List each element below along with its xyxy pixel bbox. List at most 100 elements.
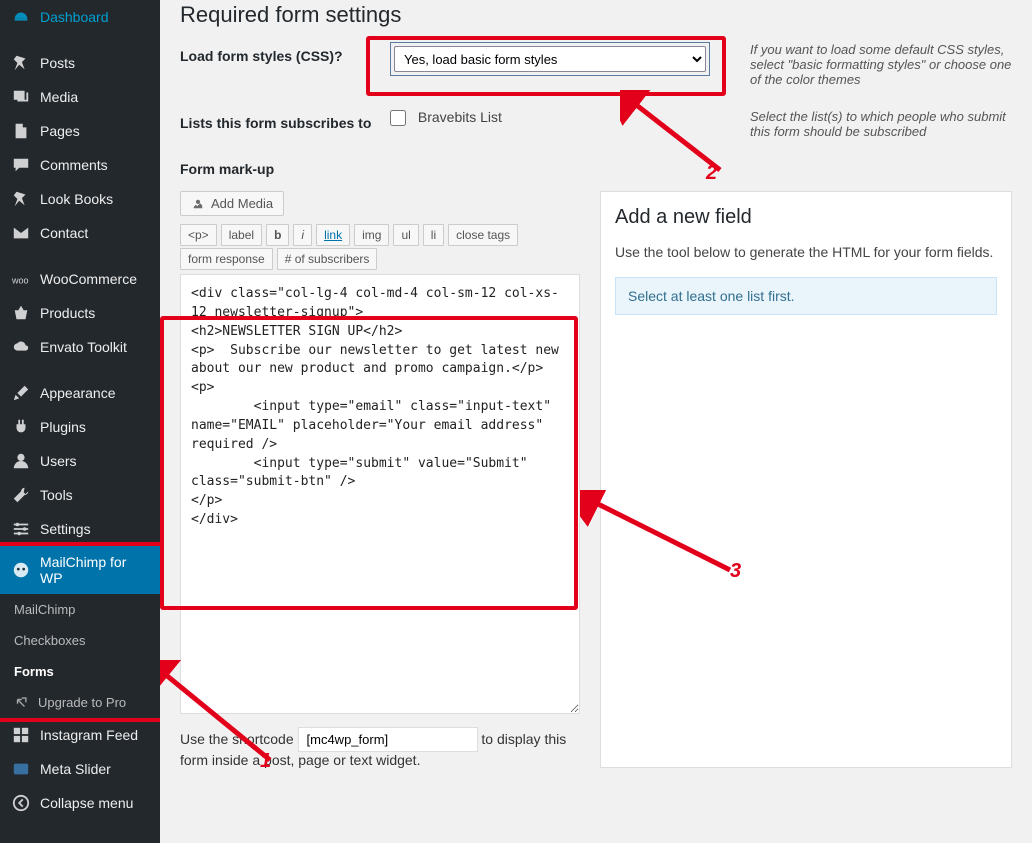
wp-admin-sidebar: Dashboard Posts Media Pages Comments Loo…: [0, 0, 160, 843]
sidebar-item-products[interactable]: Products: [0, 296, 160, 330]
list-checkbox[interactable]: [390, 110, 406, 126]
lists-label: Lists this form subscribes to: [180, 109, 390, 131]
load-styles-select[interactable]: Yes, load basic form styles: [394, 46, 706, 72]
add-field-info: Select at least one list first.: [615, 277, 997, 315]
comment-icon: [12, 156, 30, 174]
sidebar-item-label: Forms: [14, 664, 54, 679]
svg-text:woo: woo: [12, 276, 29, 286]
qt-bold[interactable]: b: [266, 224, 289, 246]
sidebar-item-label: Look Books: [40, 191, 113, 207]
qt-img[interactable]: img: [354, 224, 389, 246]
monkey-icon: [12, 561, 30, 579]
sidebar-item-pages[interactable]: Pages: [0, 114, 160, 148]
sidebar-item-woocommerce[interactable]: woo WooCommerce: [0, 262, 160, 296]
shortcode-field[interactable]: [298, 727, 478, 752]
sidebar-item-settings[interactable]: Settings: [0, 512, 160, 546]
markup-heading: Form mark-up: [180, 161, 1012, 177]
qt-label[interactable]: label: [221, 224, 262, 246]
annotation-highlight-sidebar: MailChimp for WP MailChimp Checkboxes Fo…: [0, 542, 160, 722]
dashboard-icon: [12, 8, 30, 26]
sidebar-sub-forms[interactable]: Forms: [0, 656, 160, 687]
list-checkbox-row[interactable]: Bravebits List: [390, 109, 502, 125]
sidebar-item-mailchimp-wp[interactable]: MailChimp for WP: [0, 546, 160, 594]
qt-subscribers[interactable]: # of subscribers: [277, 248, 378, 270]
load-styles-label: Load form styles (CSS)?: [180, 42, 390, 64]
sidebar-item-label: WooCommerce: [40, 271, 137, 287]
sidebar-item-label: Contact: [40, 225, 88, 241]
user-icon: [12, 452, 30, 470]
sidebar-item-label: Envato Toolkit: [40, 339, 127, 355]
sidebar-item-label: Plugins: [40, 419, 86, 435]
sidebar-collapse[interactable]: Collapse menu: [0, 786, 160, 820]
wrench-icon: [12, 486, 30, 504]
grid-icon: [12, 726, 30, 744]
sidebar-sub-mailchimp[interactable]: MailChimp: [0, 594, 160, 625]
sidebar-item-instagram[interactable]: Instagram Feed: [0, 718, 160, 752]
qt-italic[interactable]: i: [293, 224, 312, 246]
sidebar-item-label: Upgrade to Pro: [38, 695, 126, 710]
sidebar-item-plugins[interactable]: Plugins: [0, 410, 160, 444]
sidebar-item-comments[interactable]: Comments: [0, 148, 160, 182]
sidebar-item-label: Pages: [40, 123, 80, 139]
basket-icon: [12, 304, 30, 322]
sidebar-item-label: Comments: [40, 157, 108, 173]
sliders-icon: [12, 520, 30, 538]
sidebar-item-label: Appearance: [40, 385, 116, 401]
sidebar-item-metaslider[interactable]: Meta Slider: [0, 752, 160, 786]
slider-icon: [12, 760, 30, 778]
sidebar-item-media[interactable]: Media: [0, 80, 160, 114]
lists-help: Select the list(s) to which people who s…: [730, 109, 1012, 139]
media-icon: [191, 197, 205, 211]
sidebar-item-posts[interactable]: Posts: [0, 46, 160, 80]
sidebar-item-label: Tools: [40, 487, 73, 503]
brush-icon: [12, 384, 30, 402]
pin-icon: [12, 190, 30, 208]
sidebar-item-appearance[interactable]: Appearance: [0, 376, 160, 410]
list-checkbox-label: Bravebits List: [418, 109, 502, 125]
media-icon: [12, 88, 30, 106]
qt-ul[interactable]: ul: [393, 224, 418, 246]
page-title: Required form settings: [180, 0, 1012, 28]
sidebar-item-label: Dashboard: [40, 9, 109, 25]
mail-icon: [12, 224, 30, 242]
qt-li[interactable]: li: [423, 224, 444, 246]
sidebar-item-label: Media: [40, 89, 78, 105]
qt-close[interactable]: close tags: [448, 224, 518, 246]
add-media-button[interactable]: Add Media: [180, 191, 284, 216]
add-field-panel: Add a new field Use the tool below to ge…: [600, 191, 1012, 768]
page-icon: [12, 122, 30, 140]
load-styles-help: If you want to load some default CSS sty…: [730, 42, 1012, 87]
qt-formresponse[interactable]: form response: [180, 248, 273, 270]
collapse-icon: [12, 794, 30, 812]
qt-p[interactable]: <p>: [180, 224, 217, 246]
add-field-title: Add a new field: [615, 206, 997, 229]
sidebar-item-label: Posts: [40, 55, 75, 71]
sidebar-sub-upgrade[interactable]: Upgrade to Pro: [0, 687, 160, 718]
sidebar-item-tools[interactable]: Tools: [0, 478, 160, 512]
add-media-label: Add Media: [211, 196, 273, 211]
sidebar-item-label: Settings: [40, 521, 91, 537]
sidebar-item-label: Checkboxes: [14, 633, 86, 648]
page-content: Required form settings Load form styles …: [160, 0, 1032, 843]
sidebar-item-lookbooks[interactable]: Look Books: [0, 182, 160, 216]
add-field-desc: Use the tool below to generate the HTML …: [615, 243, 997, 263]
cloud-icon: [12, 338, 30, 356]
sidebar-item-label: Meta Slider: [40, 761, 111, 777]
sidebar-sub-checkboxes[interactable]: Checkboxes: [0, 625, 160, 656]
markup-textarea[interactable]: [180, 274, 580, 714]
pin-icon: [12, 54, 30, 72]
qt-link[interactable]: link: [316, 224, 350, 246]
sidebar-item-contact[interactable]: Contact: [0, 216, 160, 250]
sidebar-item-envato[interactable]: Envato Toolkit: [0, 330, 160, 364]
sidebar-item-label: MailChimp: [14, 602, 75, 617]
plug-icon: [12, 418, 30, 436]
external-link-icon: [14, 696, 28, 710]
sidebar-item-users[interactable]: Users: [0, 444, 160, 478]
cart-icon: woo: [12, 270, 30, 288]
shortcode-pre: Use the shortcode: [180, 731, 294, 747]
sidebar-item-label: MailChimp for WP: [40, 554, 148, 586]
sidebar-item-dashboard[interactable]: Dashboard: [0, 0, 160, 34]
sidebar-item-label: Instagram Feed: [40, 727, 138, 743]
sidebar-item-label: Collapse menu: [40, 795, 133, 811]
sidebar-item-label: Products: [40, 305, 95, 321]
